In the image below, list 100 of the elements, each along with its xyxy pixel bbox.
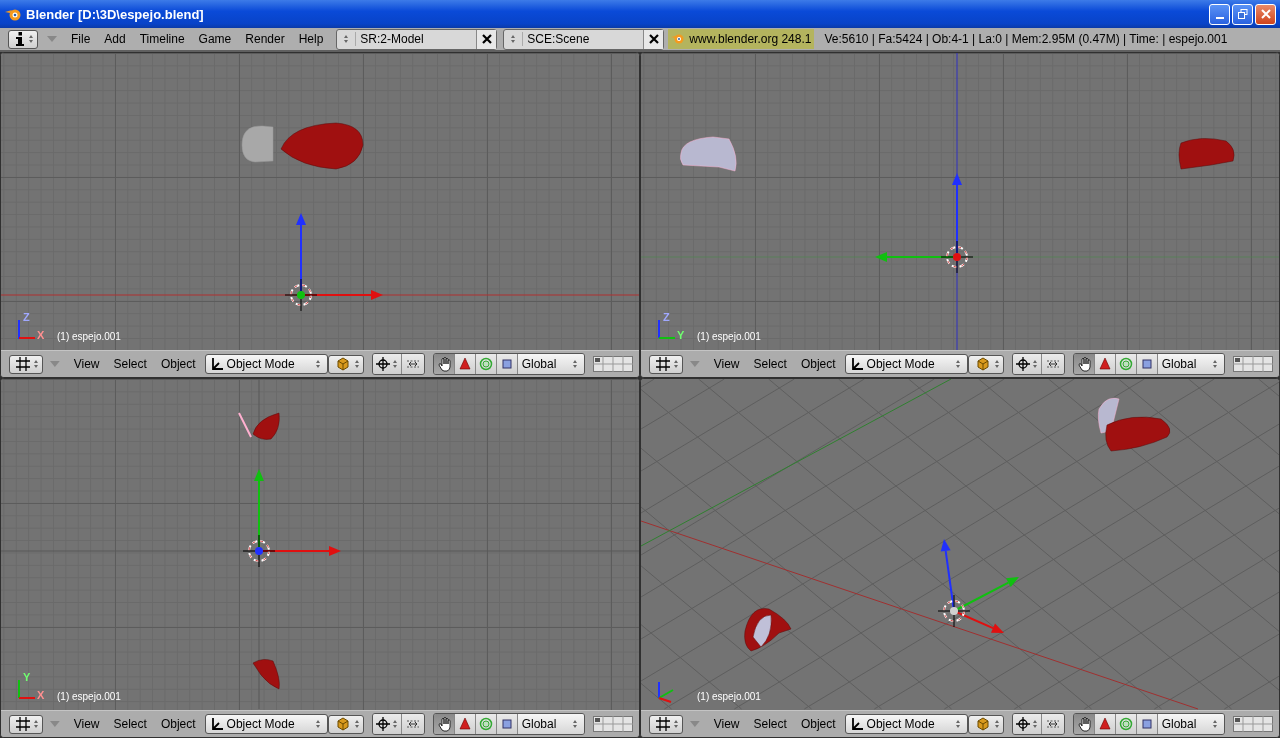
manipulator-toggle[interactable]: [1136, 714, 1158, 734]
up-down-arrows-icon: [572, 719, 578, 729]
pivot-selector[interactable]: [1012, 354, 1042, 374]
manipulator-toggle[interactable]: [433, 354, 455, 374]
layer-buttons[interactable]: [593, 356, 633, 372]
delete-button[interactable]: [643, 29, 664, 49]
up-down-arrows-icon: [314, 719, 321, 729]
menu-item[interactable]: View: [66, 357, 107, 371]
triangle-icon: [457, 356, 472, 372]
up-down-arrows-icon: [954, 719, 961, 729]
manipulator-toggle[interactable]: [475, 354, 497, 374]
triangle-icon: [1097, 356, 1112, 372]
manipulator-toggle[interactable]: [1115, 714, 1137, 734]
close-button[interactable]: [1255, 3, 1276, 25]
scene-selector[interactable]: SCE:Scene: [503, 28, 665, 50]
hand-icon: [1076, 716, 1091, 732]
menu-item[interactable]: Help: [291, 32, 331, 46]
orientation-dropdown[interactable]: Global: [1157, 354, 1224, 374]
axis-letter: X: [37, 690, 45, 701]
editor-type-selector[interactable]: [8, 29, 38, 49]
menu-item[interactable]: Select: [746, 717, 794, 731]
3d-cursor-icon: [937, 594, 971, 628]
draw-type-selector[interactable]: [967, 354, 1004, 374]
mirror-housing-shape[interactable]: [1105, 416, 1171, 452]
menu-item[interactable]: Game: [191, 32, 239, 46]
axes-icon: [849, 717, 864, 731]
menu-item[interactable]: Select: [106, 717, 154, 731]
manipulator-toggle[interactable]: [1094, 714, 1116, 734]
layer-grid-icon: [1233, 356, 1273, 372]
manipulator-toggle[interactable]: [454, 354, 476, 374]
3d-viewport[interactable]: Z Y (1) espejo.001: [641, 53, 1279, 350]
triangle-icon: [1097, 716, 1112, 732]
manipulator-toggle[interactable]: [496, 354, 518, 374]
version-text: www.blender.org 248.1: [689, 32, 812, 46]
snap-icon: [404, 718, 421, 730]
menu-item[interactable]: Render: [238, 32, 292, 46]
manipulator-toggle[interactable]: [1094, 354, 1116, 374]
manipulator-toggle[interactable]: [454, 714, 476, 734]
mode-dropdown[interactable]: Object Mode: [204, 354, 328, 374]
menu-item[interactable]: Select: [106, 357, 154, 371]
up-down-arrows-icon: [1031, 359, 1038, 369]
triangle-down-icon: [49, 360, 61, 368]
mirror-glass-shape[interactable]: [752, 614, 772, 648]
menu-item[interactable]: View: [706, 357, 747, 371]
menu-item[interactable]: Timeline: [132, 32, 192, 46]
editor-type-selector[interactable]: [649, 354, 683, 374]
ring-icon: [1118, 716, 1133, 732]
layer-buttons[interactable]: [593, 716, 633, 732]
snap-toggle[interactable]: [1041, 714, 1064, 734]
draw-type-selector[interactable]: [327, 714, 364, 734]
maximize-button[interactable]: [1232, 3, 1253, 25]
crosshair-icon: [375, 357, 390, 371]
3d-viewport[interactable]: Y X (1) espejo.001: [1, 379, 639, 710]
minimize-button[interactable]: [1209, 3, 1230, 25]
orientation-dropdown[interactable]: Global: [1157, 714, 1224, 734]
menu-item[interactable]: Select: [746, 357, 794, 371]
manipulator-toggle[interactable]: [1073, 354, 1095, 374]
layer-buttons[interactable]: [1233, 716, 1273, 732]
menu-item[interactable]: View: [66, 717, 107, 731]
menu-item[interactable]: Object: [793, 357, 843, 371]
mode-dropdown[interactable]: Object Mode: [204, 714, 328, 734]
pivot-selector[interactable]: [372, 354, 402, 374]
snap-toggle[interactable]: [401, 714, 424, 734]
manipulator-toggle[interactable]: [1136, 354, 1158, 374]
manipulator-toggle[interactable]: [433, 714, 455, 734]
editor-type-selector[interactable]: [9, 714, 43, 734]
menu-item[interactable]: Object: [793, 717, 843, 731]
mode-dropdown[interactable]: Object Mode: [844, 354, 968, 374]
menu-item[interactable]: Object: [153, 717, 203, 731]
pivot-selector[interactable]: [1012, 714, 1042, 734]
manipulator-toggle[interactable]: [1073, 714, 1095, 734]
delete-button[interactable]: [476, 29, 497, 49]
orientation-dropdown[interactable]: Global: [517, 714, 584, 734]
menu-item[interactable]: View: [706, 717, 747, 731]
up-down-arrows-icon: [353, 359, 360, 369]
hand-icon: [436, 356, 451, 372]
pivot-selector[interactable]: [372, 714, 402, 734]
manipulator-toggle[interactable]: [496, 714, 518, 734]
manipulator-toggle[interactable]: [475, 714, 497, 734]
orientation-dropdown[interactable]: Global: [517, 354, 584, 374]
menu-item[interactable]: Object: [153, 357, 203, 371]
mode-dropdown[interactable]: Object Mode: [844, 714, 968, 734]
manipulator-toggle[interactable]: [1115, 354, 1137, 374]
3d-viewport[interactable]: (1) espejo.001: [641, 379, 1279, 710]
up-down-arrows-icon: [391, 359, 398, 369]
snap-toggle[interactable]: [1041, 354, 1064, 374]
3d-viewport[interactable]: Z X (1) espejo.001: [1, 53, 639, 350]
editor-type-selector[interactable]: [9, 354, 43, 374]
layer-buttons[interactable]: [1233, 356, 1273, 372]
draw-type-selector[interactable]: [327, 354, 364, 374]
menu-item[interactable]: Add: [97, 32, 133, 46]
square-icon: [499, 356, 514, 372]
info-icon: [15, 32, 25, 46]
editor-type-selector[interactable]: [649, 714, 683, 734]
draw-type-selector[interactable]: [967, 714, 1004, 734]
snap-toggle[interactable]: [401, 354, 424, 374]
screen-selector[interactable]: SR:2-Model: [336, 28, 498, 50]
layer-grid-icon: [593, 716, 633, 732]
menu-item[interactable]: File: [64, 32, 98, 46]
triangle-down-icon: [49, 720, 61, 728]
